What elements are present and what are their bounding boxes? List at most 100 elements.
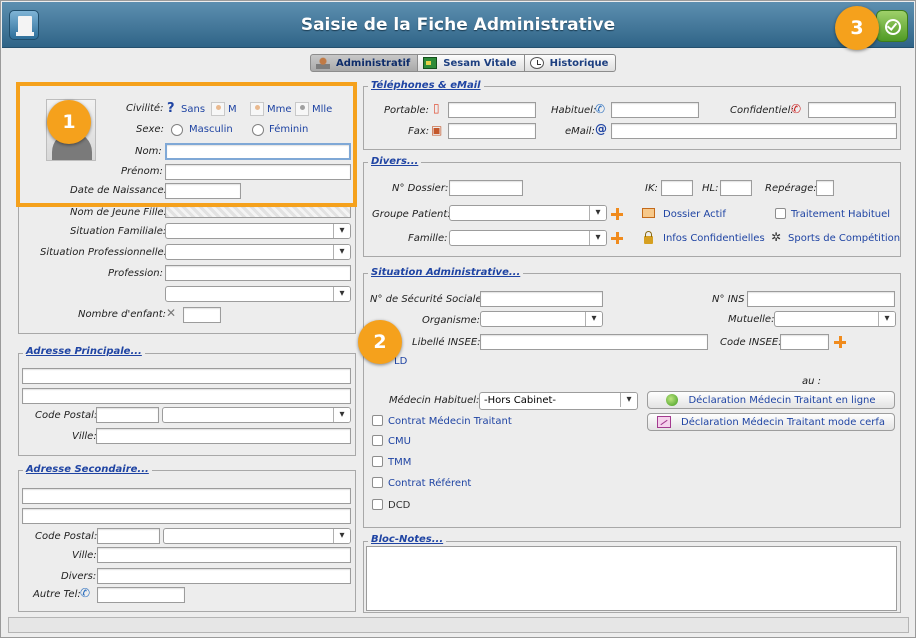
- medecin-select[interactable]: -Hors Cabinet-: [479, 392, 638, 410]
- profession-select[interactable]: [165, 286, 351, 302]
- declaration-cerfa-button[interactable]: Déclaration Médecin Traitant mode cerfa: [647, 413, 895, 431]
- enfants-input[interactable]: [183, 307, 221, 323]
- contrat-medecin-label[interactable]: Contrat Médecin Traitant: [388, 416, 512, 427]
- validate-button[interactable]: [876, 10, 908, 42]
- profession-input[interactable]: [165, 265, 351, 281]
- telephones-legend: Téléphones & eMail: [368, 80, 484, 91]
- code-postal-2-input[interactable]: [97, 528, 160, 544]
- famille-select[interactable]: [449, 230, 607, 246]
- prenom-label: Prénom:: [121, 166, 163, 177]
- code-postal-select[interactable]: [162, 407, 351, 423]
- au-label: au :: [802, 376, 822, 387]
- ville-label: Ville:: [72, 431, 97, 442]
- traitement-habituel-checkbox[interactable]: [775, 208, 786, 219]
- bloc-notes-textarea[interactable]: [366, 546, 897, 611]
- adresse-secondaire-line2[interactable]: [22, 508, 351, 524]
- naissance-label: Date de Naissance:: [70, 185, 168, 196]
- radio-masculin[interactable]: [171, 124, 183, 136]
- dcd-checkbox[interactable]: [372, 499, 383, 510]
- sports-competition-link[interactable]: Sports de Compétition: [788, 233, 900, 244]
- adresse-principale-line2[interactable]: [22, 388, 351, 404]
- tab-sesam-vitale[interactable]: Sesam Vitale: [418, 54, 525, 72]
- code-postal-input[interactable]: [96, 407, 159, 423]
- naissance-input[interactable]: [165, 183, 241, 199]
- jeune-fille-label: Nom de Jeune Fille:: [70, 207, 167, 218]
- email-label: eMail:: [565, 126, 595, 137]
- secu-label: N° de Sécurité Sociale:: [370, 294, 485, 305]
- hl-label: HL:: [702, 183, 719, 194]
- ik-input[interactable]: [661, 180, 693, 196]
- infos-confidentielles-link[interactable]: Infos Confidentielles: [663, 233, 765, 244]
- dossier-actif-link[interactable]: Dossier Actif: [663, 209, 726, 220]
- fax-input[interactable]: [448, 123, 536, 139]
- globe-icon: [666, 394, 679, 406]
- tab-historique[interactable]: Historique: [524, 54, 617, 72]
- situation-admin-legend[interactable]: Situation Administrative...: [368, 267, 524, 278]
- divers-legend[interactable]: Divers...: [368, 156, 422, 167]
- adresse-secondaire-line1[interactable]: [22, 488, 351, 504]
- ald-link[interactable]: LD: [394, 356, 407, 367]
- adresse-secondaire-legend[interactable]: Adresse Secondaire...: [23, 464, 152, 475]
- civilite-mme-option[interactable]: Mme: [267, 104, 292, 115]
- prenom-input[interactable]: [165, 164, 351, 180]
- jeune-fille-input[interactable]: [165, 205, 351, 218]
- add-famille-icon[interactable]: [611, 232, 623, 244]
- habituel-label: Habituel:: [551, 105, 597, 116]
- clear-icon[interactable]: ✕: [166, 306, 176, 320]
- secu-input[interactable]: [480, 291, 603, 307]
- contrat-referent-label[interactable]: Contrat Référent: [388, 478, 471, 489]
- civilite-m-option[interactable]: M: [228, 104, 237, 115]
- tmm-label[interactable]: TMM: [388, 457, 411, 468]
- cmu-label[interactable]: CMU: [388, 436, 411, 447]
- button-label: Déclaration Médecin Traitant en ligne: [688, 394, 876, 406]
- female-icon[interactable]: [250, 102, 264, 116]
- masculin-label[interactable]: Masculin: [189, 124, 233, 135]
- groupe-label: Groupe Patient:: [372, 209, 451, 220]
- ins-input[interactable]: [747, 291, 895, 307]
- tmm-checkbox[interactable]: [372, 456, 383, 467]
- male-icon[interactable]: [211, 102, 225, 116]
- traitement-habituel-label[interactable]: Traitement Habituel: [791, 209, 890, 220]
- add-groupe-icon[interactable]: [611, 208, 623, 220]
- habituel-input[interactable]: [611, 102, 699, 118]
- civilite-sans-option[interactable]: Sans: [181, 104, 205, 115]
- radio-feminin[interactable]: [252, 124, 264, 136]
- declaration-en-ligne-button[interactable]: Déclaration Médecin Traitant en ligne: [647, 391, 895, 409]
- email-input[interactable]: [611, 123, 897, 139]
- code-insee-input[interactable]: [780, 334, 829, 350]
- bloc-notes-legend[interactable]: Bloc-Notes...: [368, 534, 447, 545]
- mutuelle-select[interactable]: [774, 311, 896, 327]
- fax-icon: ▣: [431, 123, 443, 137]
- dcd-label[interactable]: DCD: [388, 500, 410, 511]
- situation-familiale-select[interactable]: [165, 223, 351, 239]
- tab-label: Sesam Vitale: [443, 57, 517, 69]
- dossier-label: N° Dossier:: [392, 183, 449, 194]
- situation-pro-label: Situation Professionnelle:: [40, 247, 168, 258]
- cmu-checkbox[interactable]: [372, 435, 383, 446]
- organisme-select[interactable]: [480, 311, 603, 327]
- divers-2-input[interactable]: [97, 568, 351, 584]
- telephones-panel: [363, 86, 901, 150]
- portable-input[interactable]: [448, 102, 536, 118]
- ville-input[interactable]: [96, 428, 351, 444]
- autre-tel-input[interactable]: [97, 587, 185, 603]
- code-postal-2-select[interactable]: [163, 528, 351, 544]
- dossier-input[interactable]: [449, 180, 523, 196]
- confidentiel-input[interactable]: [808, 102, 896, 118]
- groupe-select[interactable]: [449, 205, 607, 221]
- reperage-input[interactable]: [816, 180, 834, 196]
- nom-input[interactable]: [165, 143, 351, 160]
- civilite-mlle-option[interactable]: Mlle: [312, 104, 332, 115]
- situation-pro-select[interactable]: [165, 244, 351, 260]
- contrat-referent-checkbox[interactable]: [372, 477, 383, 488]
- libelle-input[interactable]: [480, 334, 708, 350]
- adresse-principale-line1[interactable]: [22, 368, 351, 384]
- hl-input[interactable]: [720, 180, 752, 196]
- contrat-medecin-checkbox[interactable]: [372, 415, 383, 426]
- ville-2-input[interactable]: [97, 547, 351, 563]
- add-insee-icon[interactable]: [834, 336, 846, 348]
- feminin-label[interactable]: Féminin: [269, 124, 308, 135]
- girl-icon[interactable]: [295, 102, 309, 116]
- tab-administratif[interactable]: Administratif: [310, 54, 419, 72]
- adresse-principale-legend[interactable]: Adresse Principale...: [23, 346, 145, 357]
